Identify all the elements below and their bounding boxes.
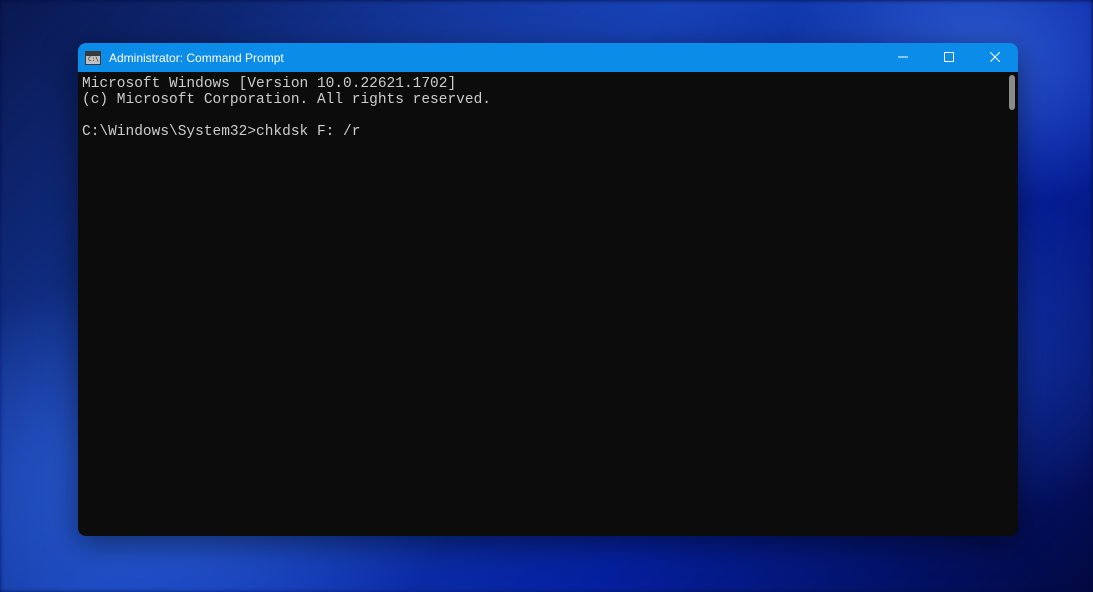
terminal-command: chkdsk F: /r: [256, 124, 360, 140]
terminal-prompt: C:\Windows\System32>: [82, 124, 256, 140]
minimize-button[interactable]: [880, 43, 926, 71]
window-title: Administrator: Command Prompt: [109, 51, 284, 65]
terminal-content[interactable]: Microsoft Windows [Version 10.0.22621.17…: [78, 72, 1018, 536]
minimize-icon: [898, 52, 908, 62]
titlebar[interactable]: Administrator: Command Prompt: [78, 43, 1018, 72]
command-prompt-window: Administrator: Command Prompt Microsoft …: [78, 43, 1018, 536]
close-button[interactable]: [972, 43, 1018, 71]
terminal-banner-line1: Microsoft Windows [Version 10.0.22621.17…: [82, 76, 456, 92]
terminal-banner-line2: (c) Microsoft Corporation. All rights re…: [82, 92, 491, 108]
maximize-icon: [944, 52, 954, 62]
scrollbar-thumb[interactable]: [1009, 75, 1015, 110]
maximize-button[interactable]: [926, 43, 972, 71]
window-controls: [880, 43, 1018, 72]
close-icon: [990, 52, 1000, 62]
cmd-icon: [85, 51, 101, 65]
